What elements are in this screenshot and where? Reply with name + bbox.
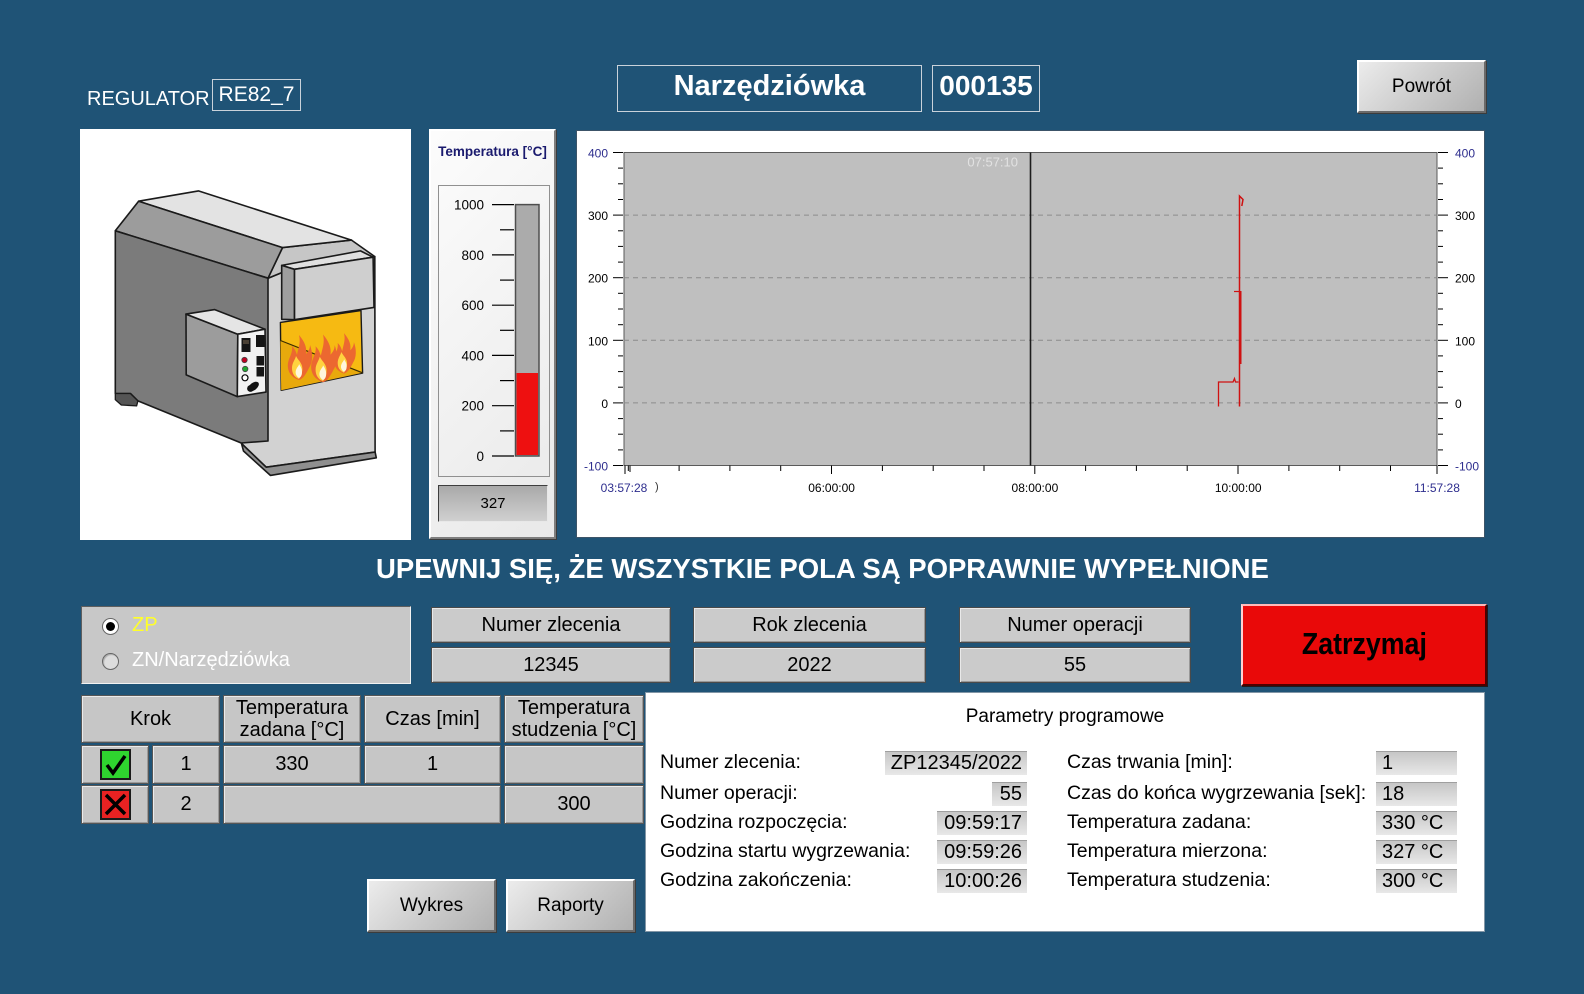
svg-text:0: 0	[1455, 397, 1462, 411]
svg-text:400: 400	[588, 147, 608, 161]
svg-text:300: 300	[588, 209, 608, 223]
svg-text:06:00:00: 06:00:00	[808, 481, 855, 495]
svg-text:200: 200	[461, 399, 484, 414]
svg-text:200: 200	[1455, 272, 1475, 286]
svg-text:1000: 1000	[454, 198, 484, 213]
svg-text:): )	[655, 481, 659, 493]
svg-text:300: 300	[1455, 209, 1475, 223]
svg-text:07:57:10: 07:57:10	[967, 155, 1018, 170]
svg-text:08:00:00: 08:00:00	[1012, 481, 1059, 495]
svg-text:100: 100	[1455, 334, 1475, 348]
svg-text:100: 100	[588, 334, 608, 348]
svg-text:0: 0	[476, 449, 484, 464]
svg-text:03:57:28: 03:57:28	[601, 481, 648, 495]
svg-text:600: 600	[461, 298, 484, 313]
svg-text:400: 400	[1455, 147, 1475, 161]
svg-text:-100: -100	[584, 460, 608, 474]
svg-text:-100: -100	[1455, 460, 1479, 474]
svg-text:400: 400	[461, 348, 484, 363]
svg-text:10:00:00: 10:00:00	[1215, 481, 1262, 495]
svg-text:200: 200	[588, 272, 608, 286]
svg-text:0: 0	[601, 397, 608, 411]
svg-text:800: 800	[461, 248, 484, 263]
svg-text:11:57:28: 11:57:28	[1414, 481, 1460, 495]
